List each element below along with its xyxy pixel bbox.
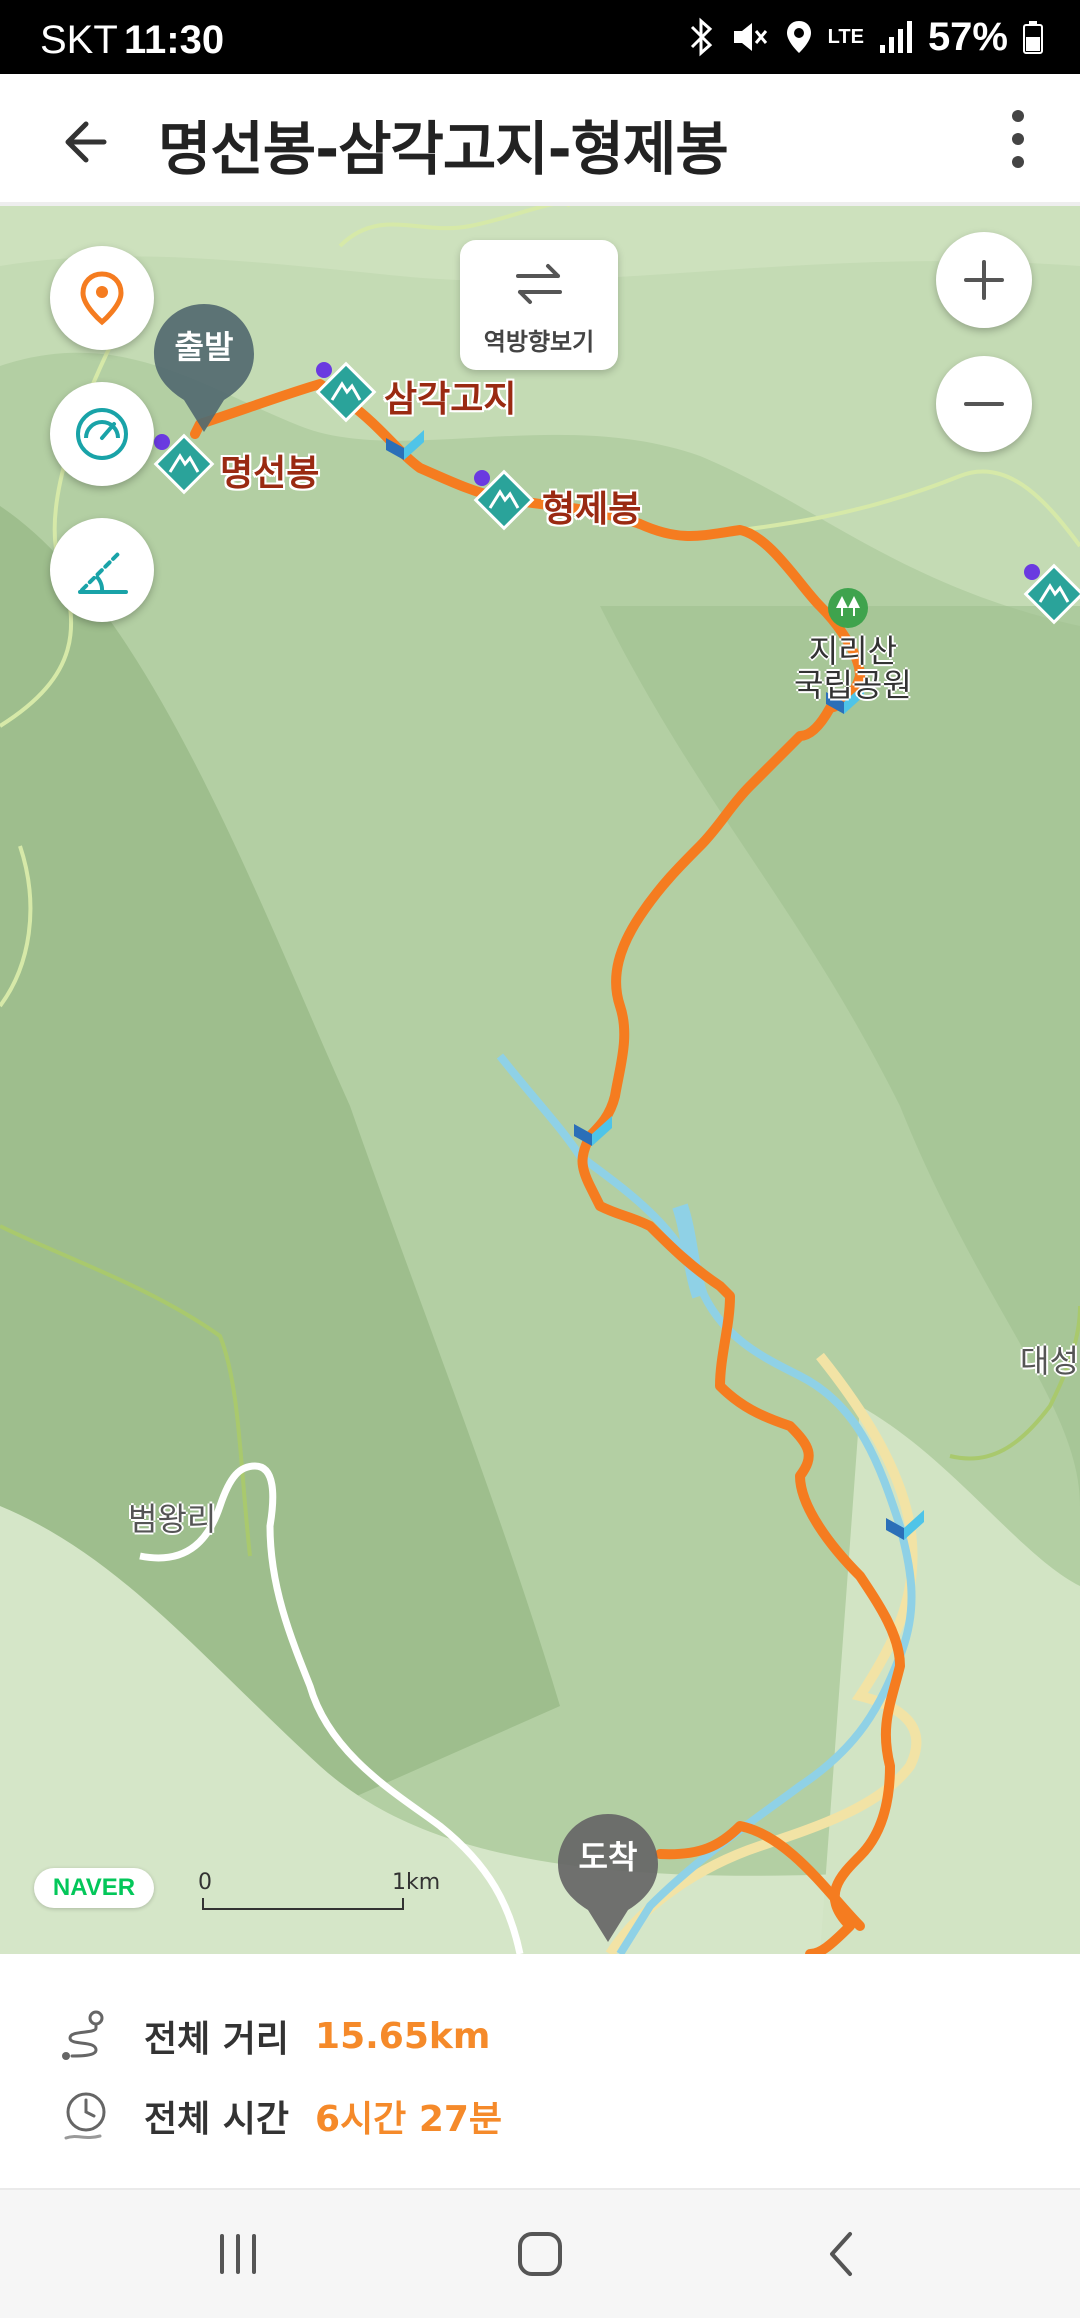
elevation-profile-button[interactable] xyxy=(50,518,154,622)
route-distance-icon xyxy=(62,2010,104,2060)
zoom-in-button[interactable] xyxy=(936,232,1032,328)
route-direction-marker xyxy=(886,1510,924,1540)
slope-icon xyxy=(78,550,128,594)
my-location-button[interactable] xyxy=(50,246,154,350)
scale-bar xyxy=(202,1898,404,1910)
map-view[interactable]: 명선봉 삼각고지 형제봉 지리산 국립공원 범왕리 대성 출발 도착 역방향보기… xyxy=(0,206,1080,1954)
speed-settings-button[interactable] xyxy=(50,382,154,486)
distance-value: 15.65km xyxy=(315,2015,491,2057)
peak-marker-icon[interactable] xyxy=(1022,562,1080,626)
scale-end-label: 1km xyxy=(392,1870,441,1895)
more-options-icon[interactable] xyxy=(998,104,1038,174)
zoom-out-button[interactable] xyxy=(936,356,1032,452)
distance-row: 전체 거리 15.65km xyxy=(56,2006,490,2066)
reverse-direction-label: 역방향보기 xyxy=(483,328,595,356)
time-row: 전체 시간 6시간 27분 xyxy=(56,2086,502,2146)
network-type: LTE xyxy=(827,25,864,48)
village-label: 범왕리 xyxy=(128,1500,217,1538)
app-bar: 명선봉-삼각고지-형제봉 xyxy=(0,74,1080,206)
peak-label-hyeongjebong: 형제봉 xyxy=(542,489,642,530)
swap-arrows-icon xyxy=(516,264,562,304)
system-navigation-bar xyxy=(0,2188,1080,2318)
park-tree-icon xyxy=(828,588,868,628)
bluetooth-icon xyxy=(690,17,712,57)
peak-marker-icon[interactable] xyxy=(152,432,216,496)
naver-logo: NAVER xyxy=(34,1868,154,1908)
time-value: 6시간 27분 xyxy=(315,2099,503,2140)
peak-label-myeongseonbong: 명선봉 xyxy=(220,453,320,494)
peak-marker-icon[interactable] xyxy=(472,468,536,532)
clock-route-icon xyxy=(64,2092,106,2140)
mute-icon xyxy=(733,23,767,51)
plus-icon xyxy=(964,260,1004,300)
peak-label-samgakgoji: 삼각고지 xyxy=(384,379,517,420)
back-arrow-icon[interactable] xyxy=(56,110,120,174)
signal-icon xyxy=(879,21,912,53)
reverse-direction-button[interactable]: 역방향보기 xyxy=(460,240,618,370)
battery-icon xyxy=(1023,21,1043,54)
park-label: 지리산 국립공원 xyxy=(794,632,912,704)
minus-icon xyxy=(964,402,1004,406)
status-bar: SKT 11:30 LTE 57% xyxy=(0,0,1080,74)
clock: 11:30 xyxy=(124,18,225,62)
edge-place-label: 대성 xyxy=(1020,1342,1079,1380)
peak-marker-icon[interactable] xyxy=(314,360,378,424)
start-pin-label: 출발 xyxy=(174,328,234,366)
page-title: 명선봉-삼각고지-형제봉 xyxy=(158,115,729,183)
status-icons: LTE 57% xyxy=(686,12,1044,62)
distance-label: 전체 거리 xyxy=(144,2019,290,2060)
route-direction-marker xyxy=(574,1116,612,1146)
route-direction-marker xyxy=(386,430,424,460)
carrier-label: SKT xyxy=(40,18,118,62)
scale-start-label: 0 xyxy=(198,1870,212,1895)
end-pin-label: 도착 xyxy=(578,1838,638,1876)
back-nav-icon[interactable] xyxy=(812,2224,872,2284)
speedometer-icon xyxy=(76,408,128,460)
time-label: 전체 시간 xyxy=(144,2099,290,2140)
home-icon[interactable] xyxy=(510,2224,570,2284)
recent-apps-icon[interactable] xyxy=(208,2224,268,2284)
route-summary-panel: 전체 거리 15.65km 전체 시간 6시간 27분 xyxy=(0,1954,1080,2184)
location-icon xyxy=(786,21,811,53)
location-pin-icon xyxy=(80,271,124,326)
battery-percent: 57% xyxy=(927,14,1008,59)
map-scale: 0 1km xyxy=(198,1870,441,1910)
